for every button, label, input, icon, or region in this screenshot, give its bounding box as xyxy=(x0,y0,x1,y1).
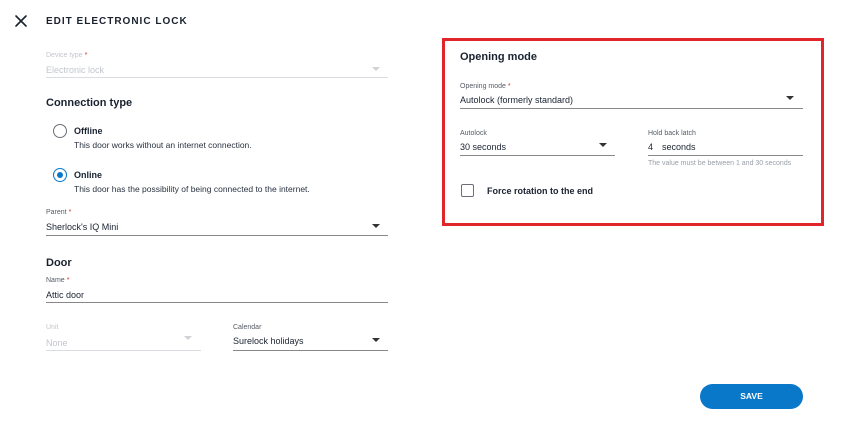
calendar-label: Calendar xyxy=(233,324,262,331)
offline-title: Offline xyxy=(74,126,103,136)
hold-back-latch-label: Hold back latch xyxy=(648,130,696,137)
hold-back-latch-value: 4 xyxy=(648,142,654,152)
door-title: Door xyxy=(46,257,72,269)
autolock-label: Autolock xyxy=(460,130,487,137)
device-type-field: Device type * Electronic lock xyxy=(46,52,388,78)
opening-mode-value: Autolock (formerly standard) xyxy=(460,95,574,105)
close-icon xyxy=(15,15,27,27)
field-underline xyxy=(46,302,388,303)
door-name-input[interactable]: Name * Attic door xyxy=(46,277,388,303)
field-underline xyxy=(46,235,388,236)
save-button[interactable]: SAVE xyxy=(700,384,803,409)
hold-back-latch-unit: seconds xyxy=(662,142,696,152)
autolock-value: 30 seconds xyxy=(460,142,507,152)
field-underline xyxy=(46,77,388,78)
parent-select[interactable]: Parent * Sherlock's IQ Mini xyxy=(46,209,388,236)
online-title: Online xyxy=(74,170,103,180)
required-marker: * xyxy=(66,277,70,284)
opening-mode-title: Opening mode xyxy=(460,51,537,63)
opening-mode-label: Opening mode xyxy=(460,83,506,90)
field-underline xyxy=(648,155,803,156)
calendar-select[interactable]: Calendar Surelock holidays xyxy=(233,324,388,351)
radio-online[interactable] xyxy=(53,168,67,182)
name-label: Name xyxy=(46,277,65,284)
close-button[interactable] xyxy=(12,12,30,30)
chevron-down-icon xyxy=(372,224,380,228)
hold-back-latch-input[interactable]: Hold back latch 4 seconds xyxy=(648,130,803,156)
chevron-down-icon xyxy=(372,67,380,71)
field-underline xyxy=(460,155,615,156)
force-rotation-label: Force rotation to the end xyxy=(487,186,594,196)
device-type-value: Electronic lock xyxy=(46,65,105,75)
device-type-label: Device type xyxy=(46,52,83,59)
opening-mode-select[interactable]: Opening mode * Autolock (formerly standar… xyxy=(460,83,803,109)
required-marker: * xyxy=(68,209,72,216)
unit-value: None xyxy=(46,338,68,348)
hold-back-latch-hint: The value must be between 1 and 30 secon… xyxy=(648,160,792,167)
radio-offline[interactable] xyxy=(53,124,67,138)
chevron-down-icon xyxy=(599,143,607,147)
parent-value: Sherlock's IQ Mini xyxy=(46,222,119,232)
unit-label: Unit xyxy=(46,324,59,331)
field-underline xyxy=(233,350,388,351)
force-rotation-checkbox[interactable] xyxy=(461,184,474,197)
chevron-down-icon xyxy=(786,96,794,100)
required-marker: * xyxy=(84,52,88,59)
page-title: EDIT ELECTRONIC LOCK xyxy=(46,16,188,27)
online-description: This door has the possibility of being c… xyxy=(74,184,310,194)
field-underline xyxy=(46,350,201,351)
unit-select: Unit None xyxy=(46,324,201,351)
required-marker: * xyxy=(507,83,511,90)
chevron-down-icon xyxy=(184,336,192,340)
field-underline xyxy=(460,108,803,109)
calendar-value: Surelock holidays xyxy=(233,336,304,346)
connection-type-title: Connection type xyxy=(46,97,133,109)
name-value: Attic door xyxy=(46,290,85,300)
parent-label: Parent xyxy=(46,209,67,216)
offline-description: This door works without an internet conn… xyxy=(74,140,252,150)
autolock-select[interactable]: Autolock 30 seconds xyxy=(460,130,615,156)
chevron-down-icon xyxy=(372,338,380,342)
